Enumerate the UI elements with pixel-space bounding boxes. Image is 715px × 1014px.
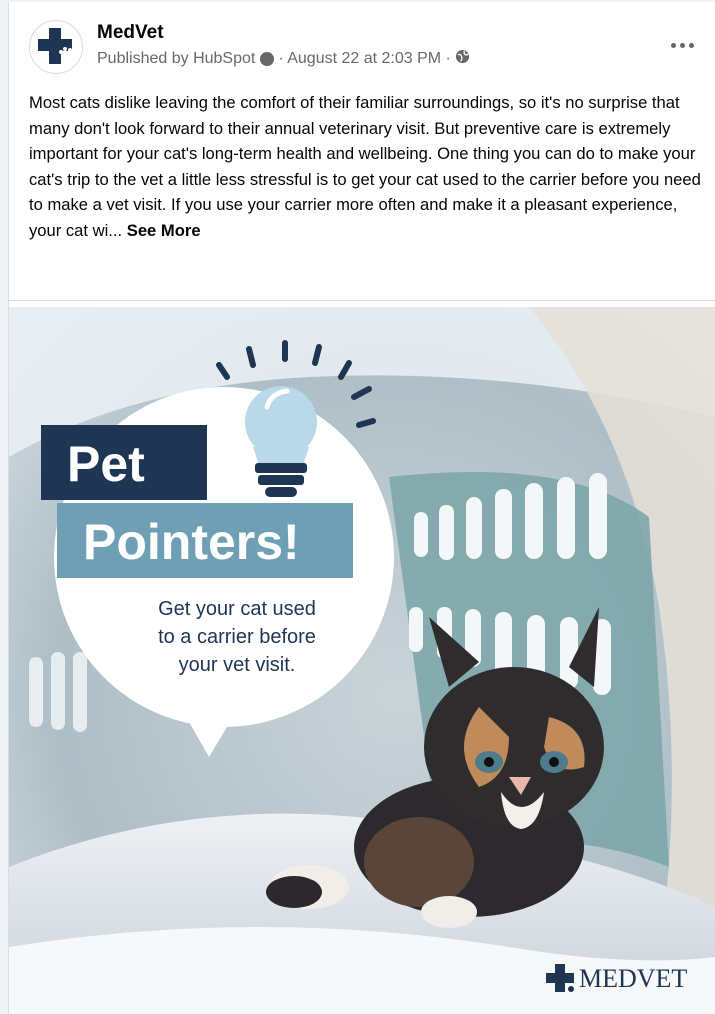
info-circle-icon[interactable] xyxy=(260,52,275,66)
post-card: MedVet Published by HubSpot · August 22 … xyxy=(8,2,715,1014)
see-more-link[interactable]: See More xyxy=(127,221,201,240)
page-avatar[interactable] xyxy=(29,20,83,74)
post-header: MedVet Published by HubSpot · August 22 … xyxy=(9,2,715,82)
tip-line-3: your vet visit. xyxy=(179,654,296,676)
post-body-text: Most cats dislike leaving the comfort of… xyxy=(29,93,701,240)
published-by-label: Published by HubSpot xyxy=(97,50,256,67)
globe-icon xyxy=(455,49,470,69)
banner-pet: Pet xyxy=(67,436,145,492)
post-timestamp[interactable]: · August 22 at 2:03 PM · xyxy=(278,50,451,68)
more-options-icon[interactable] xyxy=(662,30,702,60)
post-image[interactable]: Pet Pointers! Get your cat used to a car… xyxy=(9,307,715,1014)
medvet-cross-paw-icon xyxy=(38,28,74,64)
page-name-link[interactable]: MedVet xyxy=(97,22,164,44)
post-body: Most cats dislike leaving the comfort of… xyxy=(29,90,705,243)
banner-pointers: Pointers! xyxy=(83,514,300,570)
divider xyxy=(9,300,715,301)
post-meta: Published by HubSpot · August 22 at 2:03… xyxy=(97,49,470,69)
tip-line-2: to a carrier before xyxy=(158,626,316,648)
post-image-graphic: Pet Pointers! Get your cat used to a car… xyxy=(9,307,715,1014)
medvet-logo-text: MEDVET xyxy=(579,964,687,993)
tip-line-1: Get your cat used xyxy=(158,598,316,620)
